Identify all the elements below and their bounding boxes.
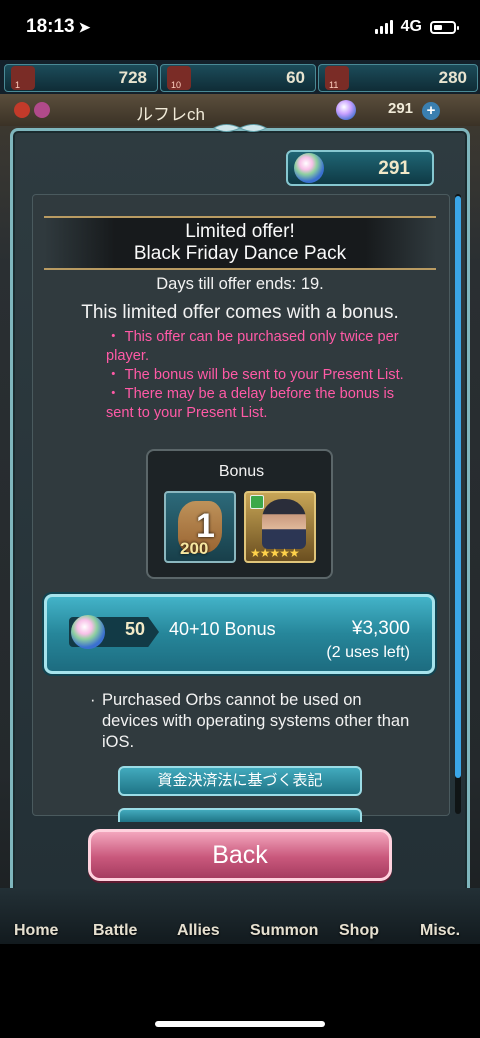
flask-icon: 10 (167, 66, 191, 90)
orb-icon (336, 100, 356, 120)
legal-notice-button[interactable]: 資金決済法に基づく表記 (118, 766, 362, 796)
bonus-title: Bonus (218, 463, 265, 480)
resource-value: 60 (286, 68, 305, 87)
status-time: 18:13 ➤ (26, 16, 91, 37)
resource-flask-11[interactable]: 11 280 (318, 64, 478, 92)
fire-icon (14, 102, 30, 118)
add-orbs-icon[interactable]: + (422, 102, 440, 120)
resource-flask-10[interactable]: 10 60 (160, 64, 316, 92)
back-button[interactable]: Back (88, 829, 392, 881)
purchase-uses-left: (2 uses left) (326, 644, 410, 661)
purchase-orb-count: 50 (125, 619, 146, 639)
orb-counter: 291 (286, 150, 434, 186)
flask-icon: 11 (325, 66, 349, 90)
network-label: 4G (400, 18, 422, 35)
purchase-price: ¥3,300 (351, 618, 410, 639)
nav-shop[interactable]: Shop (339, 922, 379, 940)
flower-icon (34, 102, 50, 118)
hero-portrait (262, 499, 306, 549)
ornament-icon (213, 124, 267, 132)
location-arrow-icon: ➤ (78, 19, 91, 35)
nav-home[interactable]: Home (14, 922, 58, 940)
bonus-item-hero[interactable]: ★★★★★ (244, 491, 316, 563)
resource-value: 728 (118, 68, 147, 87)
orb-icon (294, 153, 324, 183)
orb-icon (71, 615, 105, 649)
days-left: Days till offer ends: 19. (156, 275, 324, 293)
resource-value: 280 (438, 68, 467, 87)
star-rating: ★★★★★ (250, 546, 300, 560)
bonus-box: Bonus 1 200 ★★★★★ (146, 449, 333, 579)
flask-icon: 1 (11, 66, 35, 90)
resource-bar: 1 728 10 60 11 280 (0, 60, 480, 94)
bonus-item-amount: 200 (180, 539, 209, 558)
resource-flask-1[interactable]: 1 728 (4, 64, 158, 92)
player-name: ルフレch (136, 105, 205, 124)
bonus-item-feather[interactable]: 1 200 (164, 491, 236, 563)
note-item: ・ The bonus will be sent to your Present… (106, 367, 404, 383)
orbs-warning: · Purchased Orbs cannot be used on devic… (90, 690, 410, 753)
note-item: ・ This offer can be purchased only twice… (106, 329, 399, 364)
warning-bullet: · (90, 691, 96, 709)
bonus-description: This limited offer comes with a bonus. (81, 302, 399, 323)
orb-counter-value: 291 (378, 158, 410, 179)
home-indicator[interactable] (155, 1021, 325, 1027)
purchase-button[interactable]: 50 40+10 Bonus ¥3,300 (2 uses left) (44, 594, 435, 674)
signal-icon (374, 20, 393, 34)
nav-summon[interactable]: Summon (250, 922, 318, 940)
purchase-bonus: 40+10 Bonus (169, 619, 276, 639)
new-tag-icon (250, 495, 264, 509)
player-orb-count: 291 (388, 100, 414, 117)
status-right: 4G (374, 18, 459, 36)
offer-notes: ・ This offer can be purchased only twice… (106, 328, 406, 423)
element-icons (14, 102, 50, 118)
nav-misc[interactable]: Misc. (420, 922, 460, 940)
next-button-partial[interactable] (118, 808, 362, 822)
offer-title-line2: Black Friday Dance Pack (133, 243, 347, 264)
offer-title-line1: Limited offer! (185, 221, 295, 242)
nav-allies[interactable]: Allies (177, 922, 220, 940)
nav-battle[interactable]: Battle (93, 922, 137, 940)
status-bar: 18:13 ➤ 4G (0, 0, 480, 60)
note-item: ・ There may be a delay before the bonus … (106, 386, 394, 421)
battery-icon (430, 20, 459, 34)
warning-text: Purchased Orbs cannot be used on devices… (102, 691, 410, 751)
bottom-nav: Home Battle Allies Summon Shop Misc. (0, 888, 480, 944)
offer-title: Limited offer! Black Friday Dance Pack (44, 216, 436, 270)
